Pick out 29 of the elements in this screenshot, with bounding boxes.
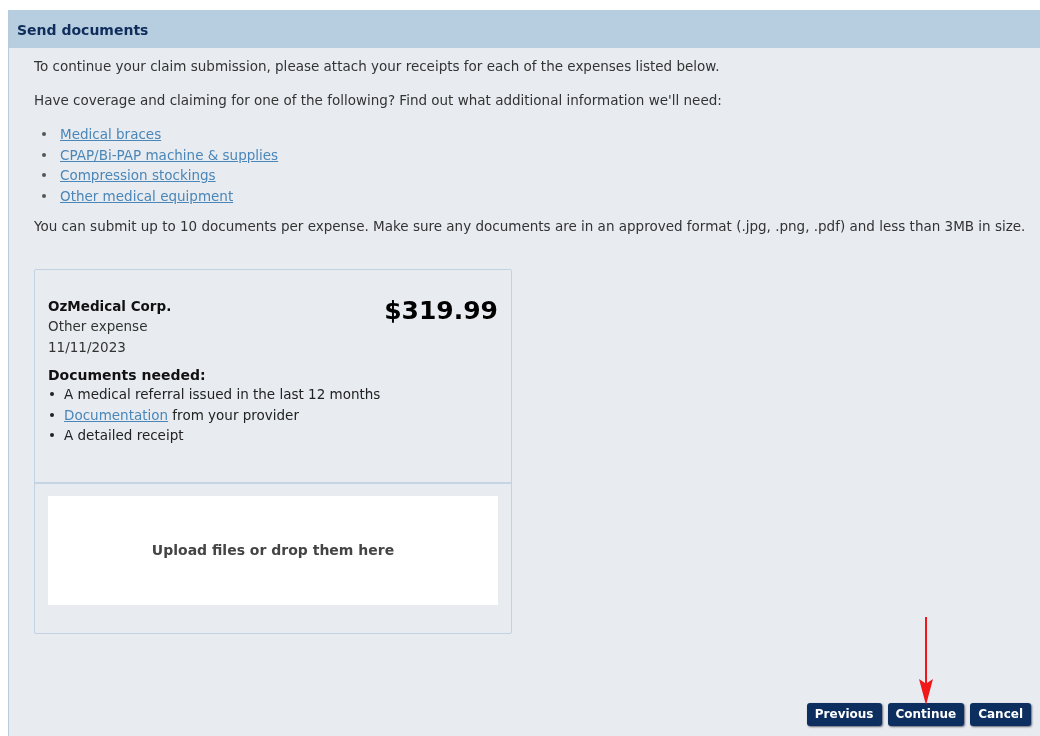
limits-note: You can submit up to 10 documents per expense. Make sure any documents are in an approved format (.jpg, .png, .pdf) and less than 3MB in size.: [34, 217, 1027, 236]
panel-title: Send documents: [17, 22, 149, 38]
expense-type: Other expense: [48, 317, 149, 336]
nav-button[interactable]: Cancel: [970, 703, 1031, 726]
documentation-link[interactable]: Documentation: [64, 406, 169, 423]
document-requirement: A medical referral issued in the last 12 months: [64, 386, 381, 403]
coverage-link[interactable]: Medical braces: [60, 126, 162, 143]
upload-dropzone[interactable]: Upload files or drop them here: [48, 495, 498, 605]
coverage-link[interactable]: Other medical equipment: [60, 187, 234, 204]
documents-heading: Documents needed:: [48, 366, 207, 384]
bullet-icon: [42, 132, 46, 137]
bullet-icon: [42, 152, 46, 157]
intro-text: To continue your claim submission, please attach your receipts for each of the expenses listed below.: [34, 57, 721, 76]
bullet-icon: [50, 392, 54, 397]
expense-amount: $319.99: [384, 296, 498, 325]
bullet-icon: [42, 193, 46, 198]
coverage-link[interactable]: Compression stockings: [60, 167, 216, 184]
provider-name: OzMedical Corp.: [48, 297, 172, 316]
coverage-link[interactable]: CPAP/Bi-PAP machine & supplies: [60, 146, 279, 163]
document-requirement: A detailed receipt: [64, 427, 184, 444]
expense-date: 11/11/2023: [48, 337, 127, 357]
nav-button[interactable]: Continue: [887, 703, 965, 726]
bullet-icon: [50, 433, 54, 438]
coverage-prompt: Have coverage and claiming for one of the following? Find out what additional information we'll need:: [34, 91, 723, 110]
document-requirement: Documentation from your provider: [64, 406, 299, 423]
bullet-icon: [50, 412, 54, 417]
bullet-icon: [42, 173, 46, 178]
nav-button[interactable]: Previous: [806, 703, 882, 726]
upload-label: Upload files or drop them here: [151, 542, 395, 558]
